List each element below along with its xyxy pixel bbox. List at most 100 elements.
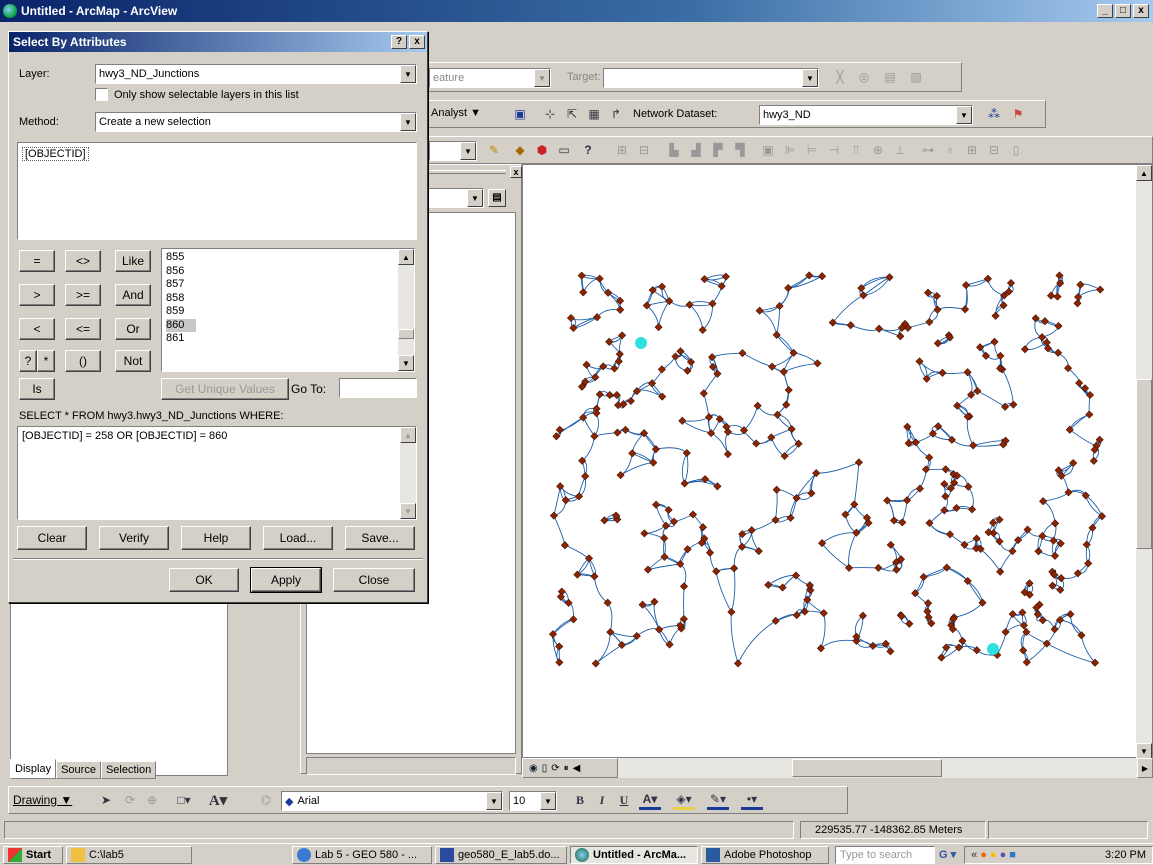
junction-point[interactable] — [708, 299, 717, 308]
taskbar-item-photoshop[interactable]: Adobe Photoshop — [701, 845, 829, 864]
junction-point[interactable] — [657, 365, 666, 374]
sketch-tool-icon[interactable]: ╳ — [829, 67, 851, 87]
network-identify-icon[interactable]: ⚑ — [1007, 104, 1029, 124]
text-tool-icon[interactable]: A▾ — [207, 790, 229, 810]
junction-point[interactable] — [903, 496, 912, 505]
junction-point[interactable] — [813, 359, 822, 368]
junction-point[interactable] — [898, 518, 907, 527]
junction-point[interactable] — [1080, 384, 1090, 393]
fill-color-icon[interactable]: ◈▾ — [673, 790, 695, 810]
junction-point[interactable] — [680, 479, 689, 488]
field-item-objectid[interactable]: [OBJECTID] — [22, 147, 89, 161]
font-combo[interactable]: ◆ Arial ▼ — [281, 791, 503, 811]
junction-point[interactable] — [618, 331, 627, 340]
junction-point[interactable] — [649, 458, 658, 467]
junction-point[interactable] — [919, 572, 928, 582]
junction-point[interactable] — [658, 392, 667, 401]
junction-point[interactable] — [772, 485, 781, 494]
junction-point[interactable] — [671, 352, 680, 361]
junction-point[interactable] — [755, 306, 764, 315]
align-4-icon[interactable]: ▜ — [729, 140, 751, 160]
align-3-icon[interactable]: ▛ — [707, 140, 729, 160]
unique-value-item[interactable]: 855 — [166, 251, 414, 265]
selected-junction-860[interactable] — [987, 643, 999, 655]
unique-value-item[interactable]: 858 — [166, 292, 414, 306]
junction-point[interactable] — [569, 323, 578, 333]
junction-point[interactable] — [727, 607, 736, 617]
distribute-7-icon[interactable]: ⊥ — [889, 140, 911, 160]
junction-point[interactable] — [723, 450, 732, 459]
junction-point[interactable] — [924, 599, 933, 608]
network-icon[interactable]: ● — [1000, 849, 1007, 861]
junction-point[interactable] — [605, 390, 614, 400]
junction-point[interactable] — [892, 565, 901, 574]
junction-point[interactable] — [1034, 547, 1043, 556]
marker-color-icon[interactable]: •▾ — [741, 790, 763, 810]
junction-point[interactable] — [652, 500, 661, 509]
scroll-up-icon[interactable]: ▲ — [398, 249, 414, 265]
italic-button[interactable]: I — [591, 790, 613, 810]
op-like-button[interactable]: Like — [115, 250, 151, 272]
junction-point[interactable] — [764, 580, 773, 589]
map-view[interactable]: ▲ ▼ — [522, 164, 1153, 759]
rotate-icon[interactable]: ⟳ — [119, 790, 141, 810]
junction-point[interactable] — [1073, 299, 1082, 308]
junction-point[interactable] — [1095, 435, 1104, 444]
scroll-down-icon[interactable]: ▼ — [400, 503, 416, 519]
junction-point[interactable] — [613, 428, 622, 437]
command-line-icon[interactable]: ▭ — [553, 140, 575, 160]
junction-point[interactable] — [614, 357, 623, 366]
junction-point[interactable] — [964, 482, 973, 491]
junction-point[interactable] — [784, 385, 793, 395]
editor-toolbar-icon[interactable]: ✎ — [483, 140, 505, 160]
sketch-properties-icon[interactable]: ▨ — [905, 67, 927, 87]
line-color-icon[interactable]: ✎▾ — [707, 790, 729, 810]
unique-values-listbox[interactable]: 855 856 857 858 859 860 861 ▲ ▼ — [161, 248, 415, 372]
network-analyst-window-icon[interactable]: ▣ — [509, 104, 531, 124]
junction-point[interactable] — [704, 413, 714, 422]
junction-point[interactable] — [1040, 317, 1049, 326]
junction-point[interactable] — [940, 479, 949, 489]
junction-point[interactable] — [564, 598, 573, 607]
junction-point[interactable] — [754, 547, 763, 556]
junction-point[interactable] — [579, 288, 588, 297]
op-or-button[interactable]: Or — [115, 318, 151, 340]
op-greater-button[interactable]: > — [19, 284, 55, 306]
junction-point[interactable] — [1051, 519, 1060, 528]
junction-point[interactable] — [844, 563, 854, 572]
op-wildcard-button[interactable]: * — [37, 350, 55, 372]
junction-point[interactable] — [1001, 627, 1010, 637]
junction-point[interactable] — [561, 496, 570, 505]
close-icon[interactable]: x — [510, 166, 522, 178]
junction-point[interactable] — [1096, 285, 1105, 294]
unique-value-item[interactable]: 856 — [166, 265, 414, 279]
chevron-left-icon[interactable]: « — [971, 849, 977, 861]
junction-point[interactable] — [700, 275, 709, 284]
dialog-help-button[interactable]: ? — [391, 35, 407, 49]
refresh-icon[interactable]: ⟳ — [551, 763, 559, 774]
start-button[interactable]: Start — [3, 845, 63, 864]
apply-button[interactable]: Apply — [250, 567, 322, 593]
shield-icon[interactable]: ● — [990, 849, 997, 861]
junction-point[interactable] — [868, 641, 877, 650]
junction-point[interactable] — [595, 274, 604, 283]
junction-point[interactable] — [945, 530, 955, 539]
junction-point[interactable] — [984, 528, 993, 537]
junction-point[interactable] — [807, 489, 816, 498]
op-greater-equal-button[interactable]: >= — [65, 284, 101, 306]
junction-point[interactable] — [960, 540, 969, 549]
junction-point[interactable] — [1056, 539, 1065, 548]
layout-tool-1-icon[interactable]: ⊞ — [611, 140, 633, 160]
network-dataset-combo[interactable]: hwy3_ND ▼ — [759, 105, 973, 125]
junction-point[interactable] — [712, 567, 721, 576]
values-scrollbar[interactable]: ▲ ▼ — [398, 249, 414, 371]
bold-button[interactable]: B — [569, 790, 591, 810]
junction-point[interactable] — [1020, 345, 1030, 354]
junction-point[interactable] — [771, 515, 780, 525]
junction-point[interactable] — [792, 611, 801, 620]
toc-panel[interactable] — [10, 600, 228, 776]
junction-point[interactable] — [941, 492, 950, 501]
junction-point[interactable] — [733, 659, 743, 668]
scroll-thumb[interactable] — [1136, 379, 1152, 549]
close-window-button[interactable]: x — [1133, 4, 1149, 18]
